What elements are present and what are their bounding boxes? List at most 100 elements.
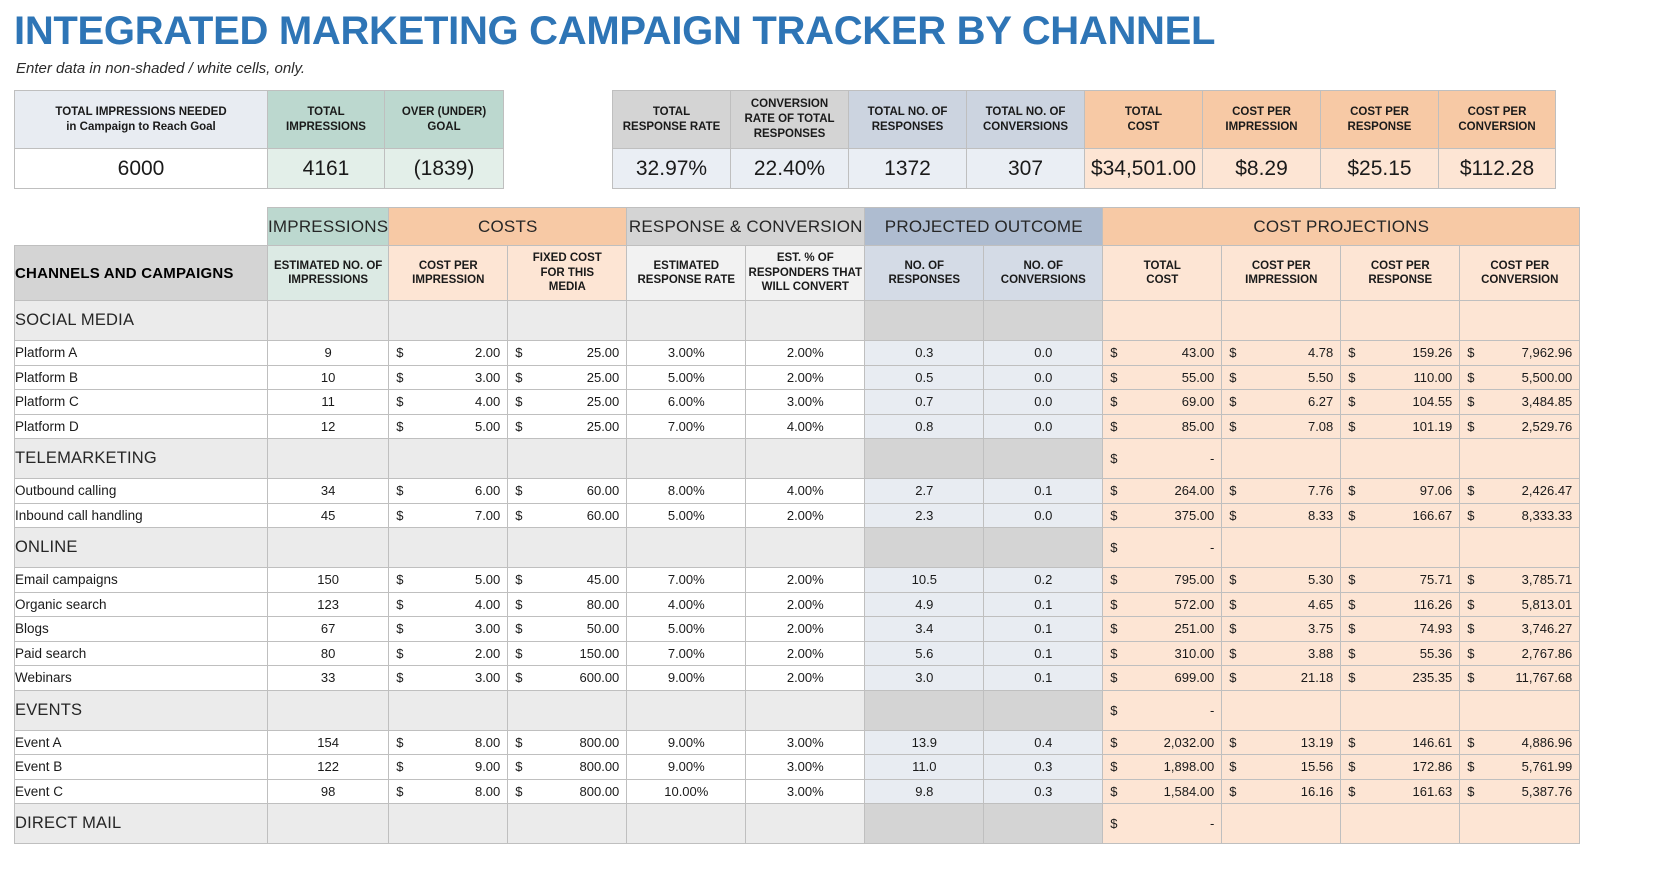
estimated-response-rate[interactable]: 10.00%: [626, 778, 747, 804]
row-total-cost-amount: 572.00: [1174, 596, 1215, 612]
row-total-cost: $55.00: [1102, 364, 1223, 390]
estimated-impressions[interactable]: 34: [266, 478, 390, 504]
currency-symbol: $: [1467, 759, 1475, 775]
section-blank-cell: [626, 438, 747, 479]
estimated-response-rate[interactable]: 7.00%: [626, 640, 747, 666]
estimated-response-rate[interactable]: 9.00%: [626, 754, 747, 780]
estimated-impressions[interactable]: 98: [266, 778, 390, 804]
currency-symbol: $: [1348, 645, 1356, 661]
estimated-impressions[interactable]: 10: [266, 364, 390, 390]
estimated-impressions[interactable]: 123: [266, 591, 390, 617]
estimated-response-rate[interactable]: 9.00%: [626, 729, 747, 755]
est-pct-convert[interactable]: 3.00%: [745, 729, 866, 755]
estimated-impressions[interactable]: 80: [266, 640, 390, 666]
estimated-impressions[interactable]: 12: [266, 413, 390, 439]
cost-per-impression-input: $3.00: [388, 616, 509, 642]
est-pct-convert[interactable]: 2.00%: [745, 665, 866, 691]
estimated-response-rate[interactable]: 9.00%: [626, 665, 747, 691]
header-total-no-of-responses: TOTAL NO. OF RESPONSES: [848, 90, 967, 149]
estimated-response-rate[interactable]: 6.00%: [626, 389, 747, 415]
header-proj-cost-per-impression: COST PER IMPRESSION: [1221, 245, 1342, 301]
estimated-response-rate[interactable]: 4.00%: [626, 591, 747, 617]
header-line-2: RESPONSES: [888, 274, 961, 286]
currency-symbol: $: [1229, 572, 1237, 588]
header-line-2: CONVERSIONS: [1000, 274, 1086, 286]
section-label: DIRECT MAIL: [14, 803, 268, 844]
est-pct-convert[interactable]: 4.00%: [745, 413, 866, 439]
header-cost-per-impression: COST PER IMPRESSION: [1202, 90, 1321, 149]
row-cost-per-response: $101.19: [1340, 413, 1461, 439]
no-of-conversions: 0.1: [983, 616, 1104, 642]
estimated-response-rate[interactable]: 5.00%: [626, 616, 747, 642]
header-col-total-cost: TOTAL COST: [1102, 245, 1223, 301]
no-of-conversions: 0.2: [983, 567, 1104, 593]
estimated-impressions[interactable]: 154: [266, 729, 390, 755]
row-cost-per-conversion-amount: 5,761.99: [1521, 759, 1573, 775]
est-pct-convert[interactable]: 2.00%: [745, 364, 866, 390]
estimated-impressions[interactable]: 67: [266, 616, 390, 642]
value-cost-per-response: $25.15: [1320, 148, 1439, 189]
table-body: SOCIAL MEDIA Platform A 9 $2.00 $25.00 3.00% 2…: [14, 300, 1581, 844]
currency-symbol: $: [396, 759, 404, 775]
row-cost-per-response-amount: 172.86: [1412, 759, 1453, 775]
est-pct-convert[interactable]: 2.00%: [745, 616, 866, 642]
currency-symbol: $: [1229, 621, 1237, 637]
row-cost-per-response-amount: 116.26: [1413, 596, 1453, 612]
currency-symbol: $: [1348, 621, 1356, 637]
estimated-impressions[interactable]: 150: [266, 567, 390, 593]
currency-symbol: $: [515, 572, 523, 588]
estimated-impressions[interactable]: 33: [266, 665, 390, 691]
currency-symbol: $: [1110, 645, 1118, 661]
est-pct-convert[interactable]: 3.00%: [745, 778, 866, 804]
row-total-cost-amount: 251.00: [1174, 621, 1215, 637]
est-pct-convert[interactable]: 2.00%: [745, 640, 866, 666]
estimated-response-rate[interactable]: 3.00%: [626, 340, 747, 366]
row-total-cost: $795.00: [1102, 567, 1223, 593]
estimated-impressions[interactable]: 122: [266, 754, 390, 780]
est-pct-convert[interactable]: 3.00%: [745, 389, 866, 415]
estimated-impressions[interactable]: 45: [266, 502, 390, 528]
section-blank-cell: [1459, 300, 1581, 341]
est-pct-convert[interactable]: 3.00%: [745, 754, 866, 780]
est-pct-convert[interactable]: 4.00%: [745, 478, 866, 504]
row-cost-per-response-amount: 235.35: [1412, 670, 1453, 686]
section-total-cost-amount: -: [1209, 816, 1215, 831]
value-total-impressions-needed[interactable]: 6000: [14, 148, 268, 189]
estimated-response-rate[interactable]: 5.00%: [626, 502, 747, 528]
est-pct-convert[interactable]: 2.00%: [745, 502, 866, 528]
fixed-cost-input: $60.00: [507, 478, 628, 504]
currency-symbol: $: [1348, 670, 1356, 686]
est-pct-convert[interactable]: 2.00%: [745, 567, 866, 593]
est-pct-convert[interactable]: 2.00%: [745, 591, 866, 617]
estimated-impressions[interactable]: 9: [266, 340, 390, 366]
header-estimated-response-rate: ESTIMATED RESPONSE RATE: [626, 245, 747, 301]
currency-symbol: $: [1467, 596, 1475, 612]
currency-symbol: $: [1348, 507, 1356, 523]
section-blank-cell: [266, 300, 390, 341]
row-total-cost-amount: 264.00: [1174, 483, 1215, 499]
estimated-impressions[interactable]: 11: [266, 389, 390, 415]
row-cost-per-response-amount: 97.06: [1419, 483, 1453, 499]
estimated-response-rate[interactable]: 8.00%: [626, 478, 747, 504]
row-total-cost: $85.00: [1102, 413, 1223, 439]
section-blank-cell: [983, 803, 1104, 844]
currency-symbol: $: [1348, 572, 1356, 588]
estimated-response-rate[interactable]: 7.00%: [626, 567, 747, 593]
cost-per-impression-input-amount: 4.00: [474, 394, 501, 410]
row-cost-per-conversion-amount: 5,500.00: [1521, 369, 1573, 385]
currency-symbol: $: [1110, 369, 1118, 385]
estimated-response-rate[interactable]: 7.00%: [626, 413, 747, 439]
no-of-conversions: 0.3: [983, 778, 1104, 804]
row-cost-per-impression: $21.18: [1221, 665, 1342, 691]
row-cost-per-impression: $13.19: [1221, 729, 1342, 755]
row-cost-per-response: $110.00: [1340, 364, 1461, 390]
est-pct-convert[interactable]: 2.00%: [745, 340, 866, 366]
section-blank-cell: [745, 527, 866, 568]
row-cost-per-conversion-amount: 5,387.76: [1521, 783, 1573, 799]
row-cost-per-impression: $4.78: [1221, 340, 1342, 366]
section-blank-cell: [983, 689, 1104, 731]
row-cost-per-conversion: $8,333.33: [1459, 502, 1581, 528]
estimated-response-rate[interactable]: 5.00%: [626, 364, 747, 390]
section-total-cost: $ -: [1102, 803, 1223, 844]
currency-symbol: $: [1348, 759, 1356, 775]
